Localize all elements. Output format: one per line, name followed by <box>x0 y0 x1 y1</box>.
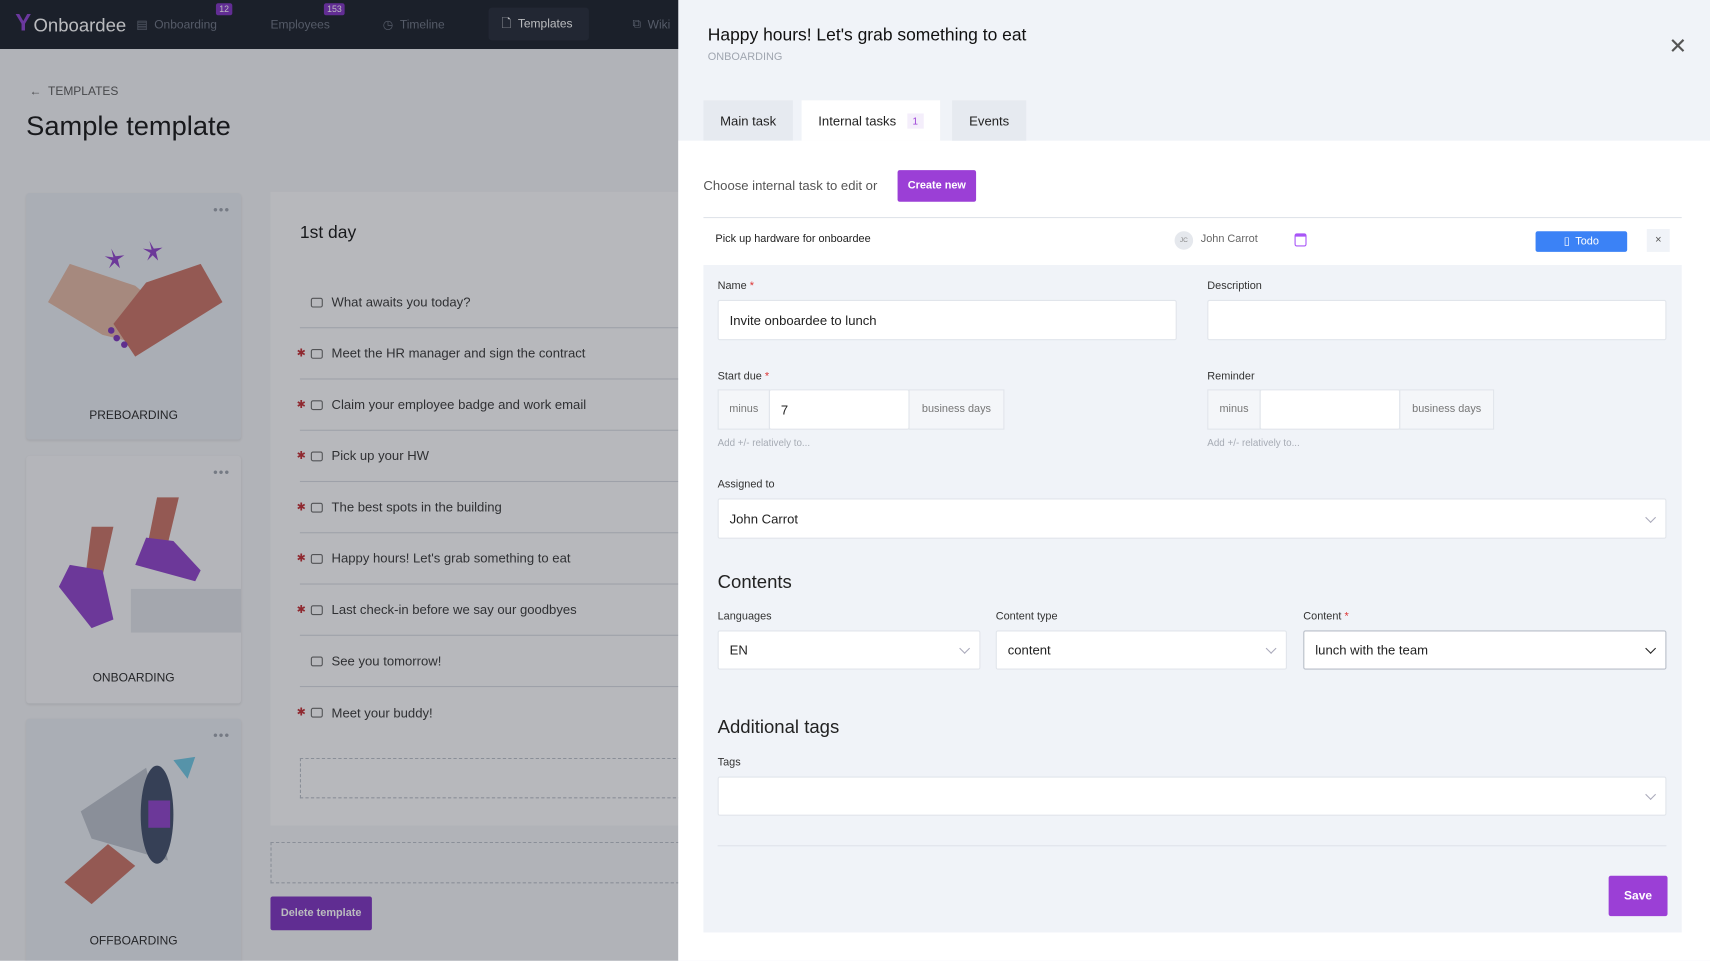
start-due-input[interactable]: 7 <box>768 389 910 430</box>
assignee-name: John Carrot <box>1200 233 1258 246</box>
additional-tags-heading: Additional tags <box>717 716 840 738</box>
tab-internal-tasks[interactable]: Internal tasks 1 <box>801 100 941 141</box>
reminder-prefix: minus <box>1207 389 1261 430</box>
content-type-label: Content type <box>995 610 1058 623</box>
start-due-label: Start due * <box>717 370 770 383</box>
assigned-label: Assigned to <box>717 478 775 491</box>
reminder-suffix: business days <box>1399 389 1495 430</box>
chevron-down-icon <box>1645 643 1657 654</box>
chevron-down-icon <box>1265 643 1277 654</box>
chevron-down-icon <box>1645 511 1657 523</box>
tab-main-task[interactable]: Main task <box>703 100 793 141</box>
content-label: Content * <box>1303 610 1349 623</box>
content-select[interactable]: lunch with the team <box>1303 630 1667 670</box>
contents-heading: Contents <box>717 571 792 593</box>
save-button[interactable]: Save <box>1608 875 1668 917</box>
clipboard-icon: ▯ <box>1563 235 1570 248</box>
avatar: JC <box>1174 231 1194 250</box>
internal-tasks-badge: 1 <box>907 112 924 129</box>
start-due-prefix: minus <box>717 389 770 430</box>
languages-label: Languages <box>717 610 772 623</box>
reminder-help[interactable]: Add +/- relatively to... <box>1207 437 1299 448</box>
assigned-select[interactable]: John Carrot <box>717 498 1667 539</box>
remove-task-button[interactable]: × <box>1646 229 1670 252</box>
modal-backdrop[interactable] <box>0 0 679 961</box>
create-new-button[interactable]: Create new <box>897 170 977 202</box>
drawer-title: Happy hours! Let's grab something to eat <box>707 26 1027 45</box>
divider <box>703 217 1682 219</box>
choose-text: Choose internal task to edit or <box>703 177 878 194</box>
status-todo-button[interactable]: ▯ Todo <box>1535 231 1628 252</box>
start-due-help[interactable]: Add +/- relatively to... <box>718 437 810 448</box>
languages-select[interactable]: EN <box>717 630 981 670</box>
description-input[interactable] <box>1207 299 1667 341</box>
internal-task-name: Pick up hardware for onboardee <box>715 233 871 246</box>
reminder-label: Reminder <box>1207 370 1255 383</box>
task-form <box>703 265 1682 933</box>
name-label: Name * <box>717 280 755 293</box>
chevron-down-icon <box>1645 789 1657 801</box>
tab-events[interactable]: Events <box>952 100 1027 141</box>
tags-label: Tags <box>717 756 741 769</box>
name-input[interactable]: Invite onboardee to lunch <box>717 299 1177 341</box>
reminder-input[interactable] <box>1259 389 1401 430</box>
calendar-icon[interactable] <box>1294 233 1307 247</box>
divider <box>717 845 1667 847</box>
content-type-select[interactable]: content <box>995 630 1287 670</box>
close-icon[interactable]: ✕ <box>1669 33 1687 60</box>
tags-select[interactable] <box>717 776 1667 816</box>
description-label: Description <box>1207 280 1262 293</box>
chevron-down-icon <box>959 643 971 654</box>
drawer-subtitle: ONBOARDING <box>707 51 783 64</box>
start-due-suffix: business days <box>908 389 1005 430</box>
